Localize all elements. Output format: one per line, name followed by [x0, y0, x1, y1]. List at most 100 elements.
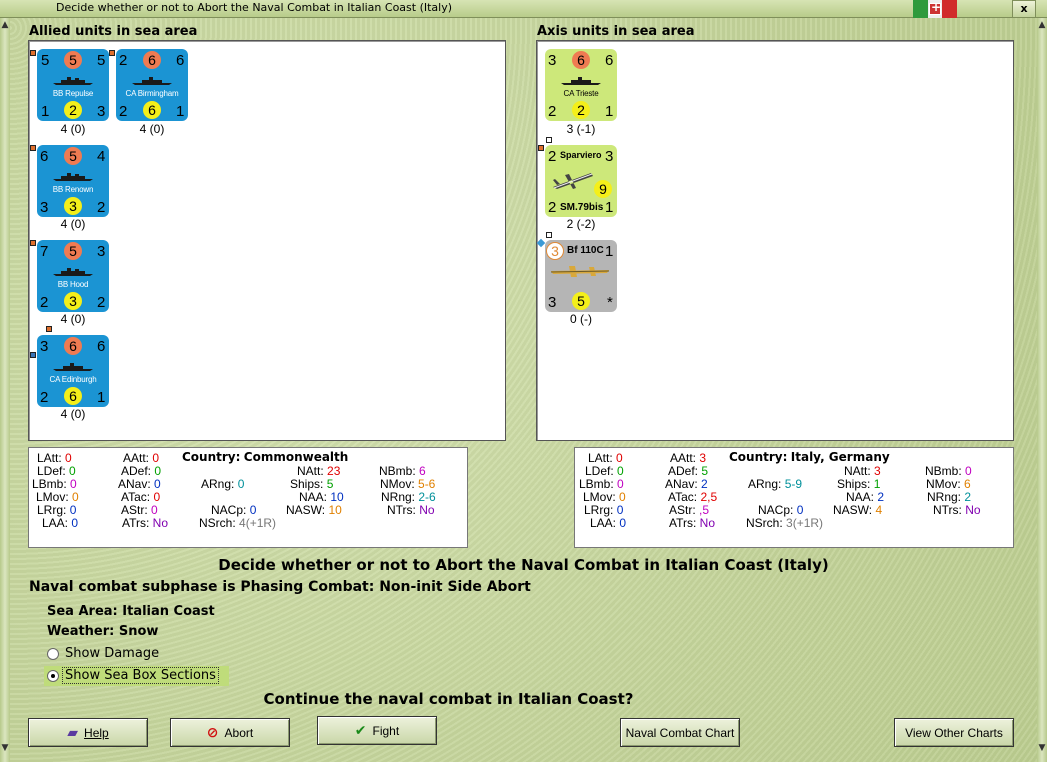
counter-value: 1: [605, 103, 614, 120]
unit-marker-icon: [46, 326, 52, 332]
counter-value: 3: [97, 103, 106, 120]
counter-value: *: [607, 294, 613, 311]
counter-value: 1: [97, 389, 106, 406]
stat-label: NTrs:: [387, 503, 416, 517]
stat-nsrch: NSrch: 4(+1R): [199, 517, 276, 530]
stat-label: LRrg:: [37, 503, 67, 517]
unit-name: CA Birmingham: [125, 89, 179, 98]
stat-ntrs: NTrs: No: [933, 504, 981, 517]
counter-value: 1: [41, 103, 50, 120]
counter-value: 2: [572, 101, 590, 119]
unit-counter-bf-110c[interactable]: 3 Bf 110C 1 3 5 *: [545, 240, 617, 312]
right-scroll-edge[interactable]: ▲ ▼: [1037, 18, 1047, 762]
country-label: Country:: [729, 450, 788, 464]
unit-counter-sparviero[interactable]: 2 Sparviero 3 9 2 SM.79bis 1: [545, 145, 617, 217]
counter-value: 2: [119, 103, 128, 120]
unit-marker-icon: [30, 352, 36, 358]
unit-counter-bb-repulse[interactable]: 5 5 5 BB Repulse 1 2 3: [37, 49, 109, 121]
stat-value: 0: [69, 464, 76, 478]
stat-value: No: [965, 503, 981, 517]
stat-label: NRng:: [927, 490, 962, 504]
unit-counter-bb-renown[interactable]: 6 5 4 BB Renown 3 3 2: [37, 145, 109, 217]
button-label: Fight: [372, 723, 400, 738]
stat-label: Ships:: [837, 477, 871, 491]
radio-button[interactable]: [47, 648, 59, 660]
stat-label: LDef:: [37, 464, 66, 478]
bomber-plane-icon: [553, 173, 593, 189]
sea-area-text: Sea Area: Italian Coast: [47, 604, 215, 619]
stat-label: NMov:: [380, 477, 415, 491]
help-button[interactable]: ▰ Help: [28, 718, 148, 747]
axis-units-label: Axis units in sea area: [537, 24, 695, 39]
show-damage-option[interactable]: Show Damage: [44, 644, 229, 664]
counter-value: 1: [176, 103, 185, 120]
stat-value: 2: [877, 490, 885, 504]
stat-atrs: ATrs: No: [122, 517, 168, 530]
stat-label: NRng:: [381, 490, 416, 504]
stat-value: 0: [154, 477, 161, 491]
stat-label: ATac:: [668, 490, 698, 504]
counter-value: 3: [605, 148, 614, 165]
naval-combat-chart-button[interactable]: Naval Combat Chart: [620, 718, 740, 747]
unit-name: BB Renown: [52, 185, 94, 194]
stat-label: AAtt:: [123, 451, 150, 465]
counter-value: 9: [594, 180, 612, 198]
title-bar[interactable]: Decide whether or not to Abort the Naval…: [0, 0, 1047, 18]
stat-label: Ships:: [290, 477, 324, 491]
unit-counter-ca-birmingham[interactable]: 2 6 6 CA Birmingham 2 6 1: [116, 49, 188, 121]
scroll-down-icon[interactable]: ▼: [0, 743, 10, 757]
stat-value: 0: [70, 477, 77, 491]
stat-nsrch: NSrch: 3(+1R): [746, 517, 823, 530]
counter-value: 2: [40, 389, 49, 406]
counter-value: 2: [64, 101, 82, 119]
help-book-icon: ▰: [67, 724, 79, 741]
counter-value: 6: [64, 337, 82, 355]
stat-value: 0: [154, 464, 162, 478]
stat-value: 0: [153, 490, 161, 504]
unit-marker-icon: [30, 50, 36, 56]
counter-value: 3: [64, 292, 82, 310]
scroll-up-icon[interactable]: ▲: [0, 20, 10, 34]
stat-label: ANav:: [118, 477, 151, 491]
stat-country: Country: Italy, Germany: [729, 451, 890, 464]
stat-label: NAtt:: [844, 464, 871, 478]
battleship-icon: [53, 268, 93, 276]
stat-label: AAtt:: [670, 451, 697, 465]
counter-value: 6: [97, 338, 106, 355]
counter-value: 2: [548, 199, 557, 216]
stat-arng: ARng: 0: [201, 478, 244, 491]
no-entry-icon: ⊘: [206, 724, 219, 741]
stat-value: 2: [964, 490, 972, 504]
stat-label: ARng:: [748, 477, 782, 491]
stat-value: 0: [617, 477, 624, 491]
unit-counter-ca-trieste[interactable]: 3 6 6 CA Trieste 2 2 1: [545, 49, 617, 121]
left-scroll-edge[interactable]: ▲ ▼: [0, 18, 10, 762]
view-other-charts-button[interactable]: View Other Charts: [894, 718, 1014, 747]
allied-units-panel: 5 5 5 BB Repulse 1 2 3 4 (0) 2 6 6 CA Bi…: [28, 40, 506, 441]
unit-counter-ca-edinburgh[interactable]: 3 6 6 CA Edinburgh 2 6 1: [37, 335, 109, 407]
button-label: Help: [84, 725, 109, 740]
stat-nasw: NASW: 10: [286, 504, 342, 517]
unit-marker-icon: [30, 145, 36, 151]
abort-button[interactable]: ⊘ Abort: [170, 718, 290, 747]
stat-label: NBmb:: [925, 464, 962, 478]
stat-label: NSrch:: [746, 516, 783, 530]
show-sea-box-option[interactable]: Show Sea Box Sections: [44, 666, 229, 686]
checkmark-icon: ✔: [354, 722, 367, 739]
unit-counter-bb-hood[interactable]: 7 5 3 BB Hood 2 3 2: [37, 240, 109, 312]
stat-value: 3: [874, 464, 881, 478]
counter-value: 5: [41, 52, 50, 69]
close-button[interactable]: x: [1012, 0, 1036, 18]
counter-value: 3: [97, 243, 106, 260]
stat-value: 6: [419, 464, 426, 478]
scroll-up-icon[interactable]: ▲: [1037, 20, 1047, 34]
scroll-down-icon[interactable]: ▼: [1037, 743, 1047, 757]
unit-caption: 4 (0): [60, 407, 86, 421]
cruiser-icon: [561, 77, 601, 85]
unit-name: SM.79bis: [560, 202, 604, 213]
battleship-icon: [53, 77, 93, 85]
radio-button[interactable]: [47, 670, 59, 682]
stat-value: 6: [964, 477, 971, 491]
fight-button[interactable]: ✔ Fight: [317, 716, 437, 745]
unit-caption: 4 (0): [60, 312, 86, 326]
